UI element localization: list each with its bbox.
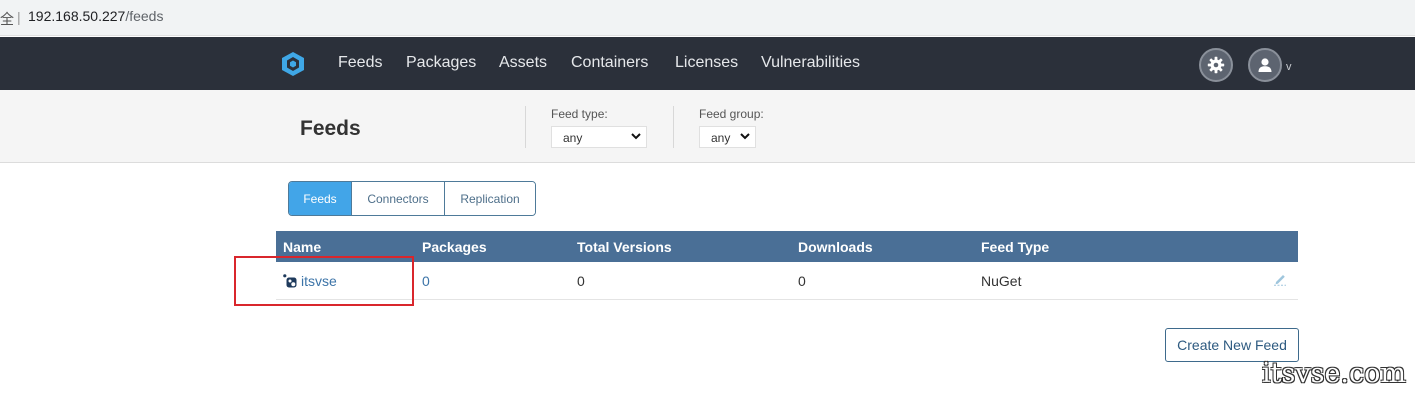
url-host: 192.168.50.227 <box>28 8 126 24</box>
address-url[interactable]: 192.168.50.227/feeds <box>28 8 163 24</box>
table-header: Name Packages Total Versions Downloads F… <box>276 231 1298 262</box>
nav-assets[interactable]: Assets <box>499 54 547 72</box>
proget-logo-icon[interactable] <box>280 51 306 77</box>
gear-icon <box>1207 56 1225 74</box>
nav-containers[interactable]: Containers <box>571 54 648 72</box>
user-avatar-icon <box>1258 58 1272 72</box>
feed-packages-link[interactable]: 0 <box>422 273 430 289</box>
table-row: itsvse 0 0 0 NuGet <box>276 262 1298 300</box>
column-header-downloads[interactable]: Downloads <box>798 239 873 255</box>
page-title: Feeds <box>300 117 361 140</box>
feed-type: NuGet <box>981 273 1022 289</box>
header-divider <box>525 106 526 148</box>
tab-replication[interactable]: Replication <box>445 182 535 215</box>
page-header: Feeds Feed type: any Feed group: any <box>0 90 1415 163</box>
url-path: /feeds <box>125 8 164 24</box>
nav-packages[interactable]: Packages <box>406 54 476 72</box>
feed-downloads: 0 <box>798 273 806 289</box>
settings-button[interactable] <box>1199 48 1233 82</box>
feed-type-select[interactable]: any <box>551 126 647 148</box>
feed-type-label: Feed type: <box>551 107 608 121</box>
column-header-total-versions[interactable]: Total Versions <box>577 239 672 255</box>
annotation-highlight-box <box>234 256 414 306</box>
column-header-feed-type[interactable]: Feed Type <box>981 239 1049 255</box>
watermark-text: itsvse.com <box>1262 358 1406 389</box>
edit-pencil-icon[interactable] <box>1273 272 1287 286</box>
tab-feeds[interactable]: Feeds <box>289 182 352 215</box>
nav-vulnerabilities[interactable]: Vulnerabilities <box>761 54 860 72</box>
address-separator: | <box>17 9 21 25</box>
user-menu-button[interactable] <box>1248 48 1282 82</box>
chevron-down-icon <box>631 133 641 140</box>
column-header-name[interactable]: Name <box>283 239 321 255</box>
user-menu-caret[interactable]: v <box>1286 61 1292 73</box>
header-divider <box>673 106 674 148</box>
nav-licenses[interactable]: Licenses <box>675 54 738 72</box>
feed-type-value: any <box>563 131 583 145</box>
feed-total-versions: 0 <box>577 273 585 289</box>
top-navigation: Feeds Packages Assets Containers License… <box>0 37 1415 90</box>
nav-feeds[interactable]: Feeds <box>338 54 382 72</box>
address-security-glyph: 全 <box>0 11 14 27</box>
feeds-table: Name Packages Total Versions Downloads F… <box>276 231 1298 300</box>
feeds-tab-group: Feeds Connectors Replication <box>288 181 536 216</box>
column-header-packages[interactable]: Packages <box>422 239 487 255</box>
feed-group-value: any <box>711 131 731 145</box>
feed-group-select[interactable]: any <box>699 126 756 148</box>
tab-connectors[interactable]: Connectors <box>352 182 445 215</box>
browser-address-bar[interactable]: 全 | 192.168.50.227/feeds <box>0 0 1415 36</box>
create-new-feed-button[interactable]: Create New Feed <box>1165 328 1299 362</box>
feed-group-label: Feed group: <box>699 107 764 121</box>
chevron-down-icon <box>740 133 750 140</box>
